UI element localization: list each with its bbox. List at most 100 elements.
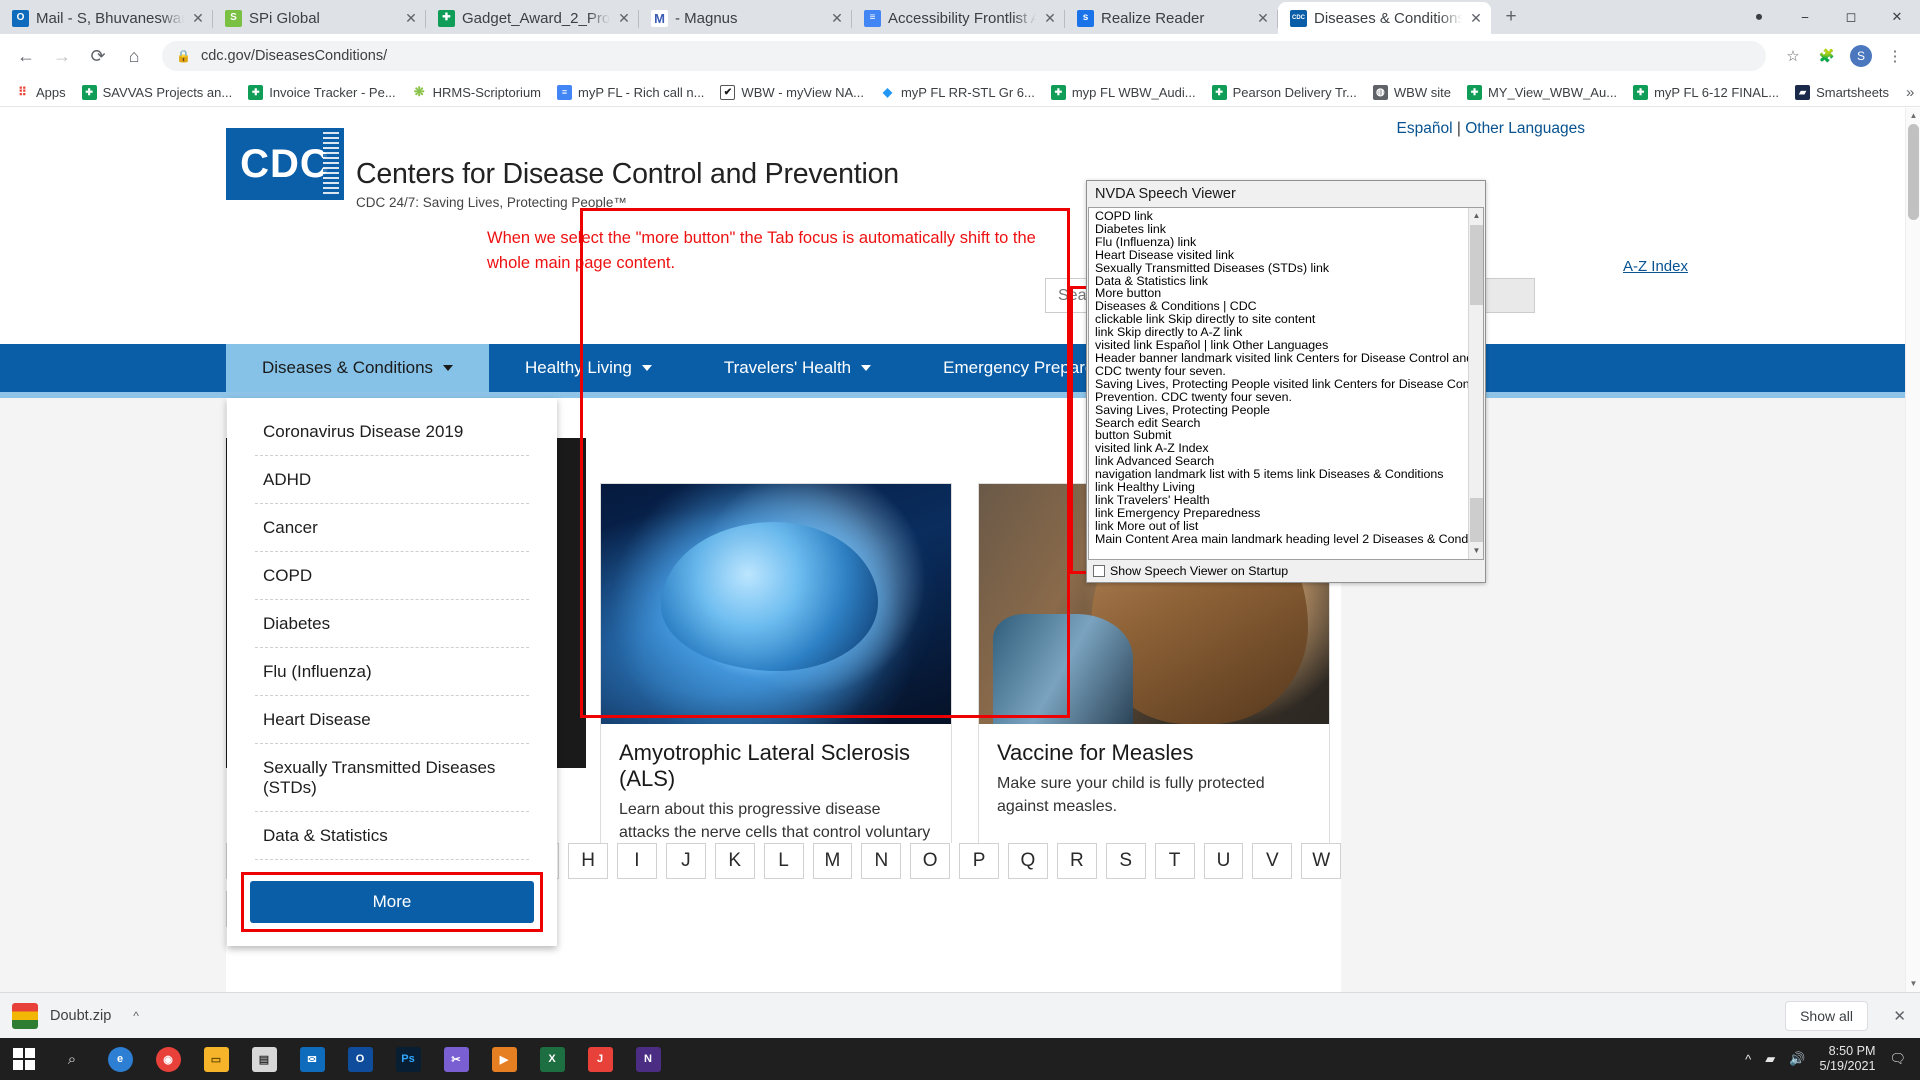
a-z-letter-button[interactable]: H [568, 843, 608, 879]
a-z-letter-button[interactable]: L [763, 843, 804, 879]
taskbar-edge[interactable]: e [96, 1038, 144, 1080]
scroll-up-arrow-icon[interactable]: ▲ [1906, 108, 1920, 124]
show-all-downloads-button[interactable]: Show all [1785, 1000, 1868, 1031]
taskbar-photoshop[interactable]: Ps [384, 1038, 432, 1080]
dropdown-item[interactable]: Diabetes [255, 600, 529, 648]
volume-icon[interactable]: 🔊 [1789, 1051, 1805, 1067]
extensions-icon[interactable]: 🧩 [1812, 41, 1842, 71]
a-z-letter-button[interactable]: U [1203, 843, 1244, 879]
nvda-speech-viewer-window[interactable]: NVDA Speech Viewer COPD link Diabetes lin… [1086, 180, 1486, 583]
browser-tab[interactable]: M - Magnus ✕ [639, 2, 852, 34]
scroll-down-arrow-icon[interactable]: ▼ [1906, 976, 1920, 992]
card-als[interactable]: Amyotrophic Lateral Sclerosis (ALS) Lear… [600, 483, 952, 890]
taskbar-nvda[interactable]: N [624, 1038, 672, 1080]
nvda-scrollbar[interactable]: ▲ ▼ [1468, 208, 1483, 559]
dropdown-item[interactable]: Coronavirus Disease 2019 [255, 408, 529, 456]
a-z-letter-button[interactable]: T [1154, 843, 1195, 879]
nvda-scroll-up-icon[interactable]: ▲ [1469, 208, 1483, 224]
taskbar-excel[interactable]: X [528, 1038, 576, 1080]
tab-close-icon[interactable]: ✕ [404, 10, 418, 27]
chrome-menu-icon[interactable]: ⋮ [1880, 41, 1910, 71]
a-z-letter-button[interactable]: I [617, 843, 657, 879]
nav-healthy-living[interactable]: Healthy Living [489, 344, 688, 392]
nav-travelers-health[interactable]: Travelers' Health [688, 344, 907, 392]
nvda-startup-option[interactable]: Show Speech Viewer on Startup [1087, 560, 1485, 582]
taskbar-mail[interactable]: ✉ [288, 1038, 336, 1080]
taskbar-search-button[interactable]: ⌕ [48, 1038, 96, 1080]
a-z-letter-button[interactable]: P [959, 843, 999, 879]
home-button[interactable]: ⌂ [118, 40, 150, 72]
dropdown-item[interactable]: Data & Statistics [255, 812, 529, 860]
address-bar[interactable]: 🔒 cdc.gov/DiseasesConditions/ [162, 41, 1766, 71]
tab-close-icon[interactable]: ✕ [1043, 10, 1057, 27]
browser-tab[interactable]: ≡ Accessibility Frontlist Appraisals ✕ [852, 2, 1065, 34]
other-languages-link[interactable]: Other Languages [1465, 120, 1585, 137]
a-z-letter-button[interactable]: O [910, 843, 951, 879]
bookmark-item[interactable]: ◍ WBW site [1366, 83, 1458, 102]
dropdown-item[interactable]: ADHD [255, 456, 529, 504]
bookmark-item[interactable]: ✚ MY_View_WBW_Au... [1460, 83, 1624, 102]
window-maximize-button[interactable]: ◻ [1828, 0, 1874, 34]
browser-tab[interactable]: ✚ Gadget_Award_2_Production tra ✕ [426, 2, 639, 34]
window-minimize-button[interactable]: ⎯ [1782, 0, 1828, 34]
a-z-letter-button[interactable]: N [861, 843, 902, 879]
a-z-letter-button[interactable]: Q [1008, 843, 1048, 879]
nvda-scrollbar-thumb-lower[interactable] [1470, 498, 1483, 542]
bookmark-star-icon[interactable]: ☆ [1778, 41, 1808, 71]
cdc-logo[interactable]: CDC [226, 128, 344, 200]
a-z-letter-button[interactable]: M [812, 843, 853, 879]
window-close-button[interactable]: ✕ [1874, 0, 1920, 34]
browser-tab-active[interactable]: CDC Diseases & Conditions | CDC ✕ [1278, 2, 1491, 34]
taskbar-snip[interactable]: ✂ [432, 1038, 480, 1080]
bookmark-apps[interactable]: ⠿ Apps [8, 83, 73, 102]
a-z-letter-button[interactable]: S [1105, 843, 1146, 879]
a-z-letter-button[interactable]: V [1252, 843, 1293, 879]
taskbar-media[interactable]: ▶ [480, 1038, 528, 1080]
more-button[interactable]: More [250, 881, 534, 923]
nav-diseases-conditions[interactable]: Diseases & Conditions [226, 344, 490, 392]
bookmark-item[interactable]: ✚ SAVVAS Projects an... [75, 83, 240, 102]
bookmark-item[interactable]: ✚ Invoice Tracker - Pe... [241, 83, 402, 102]
forward-button[interactable]: → [46, 40, 78, 72]
show-on-startup-checkbox[interactable] [1093, 564, 1105, 577]
nvda-scroll-down-icon[interactable]: ▼ [1469, 542, 1483, 559]
nvda-scrollbar-thumb[interactable] [1470, 225, 1483, 305]
bookmark-item[interactable]: ◆ myP FL RR-STL Gr 6... [873, 83, 1042, 102]
taskbar-outlook[interactable]: O [336, 1038, 384, 1080]
chevron-up-icon[interactable]: ^ [133, 1009, 139, 1023]
a-z-letter-button[interactable]: R [1056, 843, 1097, 879]
taskbar-clock[interactable]: 8:50 PM 5/19/2021 [1819, 1044, 1875, 1074]
taskbar-chrome[interactable]: ◉ [144, 1038, 192, 1080]
notifications-icon[interactable]: 🗨 [1889, 1051, 1906, 1067]
browser-tab[interactable]: S SPi Global ✕ [213, 2, 426, 34]
taskbar-jaws[interactable]: J [576, 1038, 624, 1080]
tab-close-icon[interactable]: ✕ [1256, 10, 1270, 27]
tab-close-icon[interactable]: ✕ [830, 10, 844, 27]
taskbar-store[interactable]: ▤ [240, 1038, 288, 1080]
reload-button[interactable]: ⟳ [82, 40, 114, 72]
tab-close-icon[interactable]: ✕ [191, 10, 205, 27]
dropdown-item[interactable]: Sexually Transmitted Diseases (STDs) [255, 744, 529, 812]
bookmarks-overflow-button[interactable]: » [1898, 84, 1920, 101]
bookmark-item[interactable]: ≡ myP FL - Rich call n... [550, 83, 711, 102]
scrollbar-thumb[interactable] [1908, 124, 1919, 220]
dropdown-item[interactable]: Heart Disease [255, 696, 529, 744]
bookmark-item[interactable]: ▰ Smartsheets [1788, 83, 1896, 102]
tray-overflow-icon[interactable]: ^ [1745, 1052, 1751, 1067]
download-item[interactable]: Doubt.zip ^ [12, 1002, 139, 1029]
bookmark-item[interactable]: ✔ WBW - myView NA... [713, 83, 871, 102]
back-button[interactable]: ← [10, 40, 42, 72]
a-z-letter-button[interactable]: W [1301, 843, 1342, 879]
page-scrollbar[interactable]: ▲ ▼ [1905, 108, 1920, 992]
espanol-link[interactable]: Español [1397, 120, 1453, 137]
bookmark-item[interactable]: ✚ myp FL WBW_Audi... [1044, 83, 1203, 102]
browser-tab[interactable]: s Realize Reader ✕ [1065, 2, 1278, 34]
tab-close-icon[interactable]: ✕ [1469, 10, 1483, 27]
close-downloads-bar-icon[interactable]: ✕ [1893, 1007, 1906, 1025]
bookmark-item[interactable]: ✚ Pearson Delivery Tr... [1205, 83, 1364, 102]
tab-close-icon[interactable]: ✕ [617, 10, 631, 27]
new-tab-button[interactable]: + [1497, 3, 1525, 31]
a-z-index-link[interactable]: A-Z Index [1623, 258, 1688, 275]
dropdown-item[interactable]: Cancer [255, 504, 529, 552]
browser-tab[interactable]: O Mail - S, Bhuvaneswari - Outlook ✕ [0, 2, 213, 34]
